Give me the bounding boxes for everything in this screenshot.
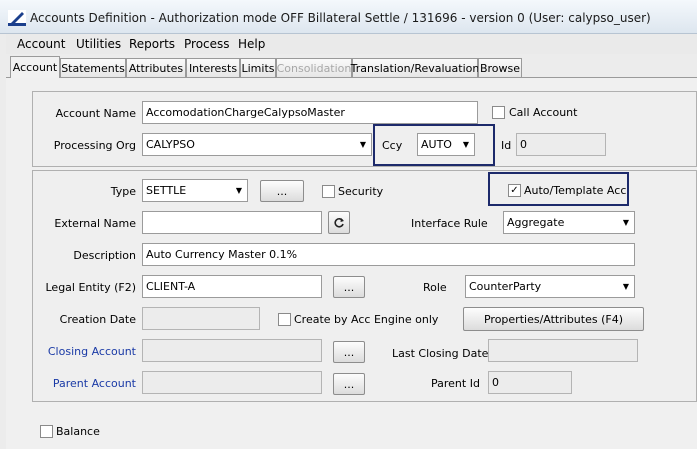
balance-checkbox[interactable] [40, 425, 53, 438]
role-select[interactable]: CounterParty ▼ [465, 275, 635, 298]
description-input[interactable]: Auto Currency Master 0.1% [142, 243, 635, 266]
app-logo-icon [8, 10, 26, 26]
chevron-down-icon: ▼ [462, 140, 470, 149]
interface-rule-select[interactable]: Aggregate ▼ [503, 211, 635, 234]
id-field: 0 [516, 133, 606, 156]
closing-account-lookup-button[interactable]: ... [333, 341, 365, 363]
security-label: Security [338, 185, 384, 198]
creation-date-field [142, 307, 260, 330]
interface-rule-value: Aggregate [507, 216, 565, 229]
chevron-down-icon: ▼ [359, 140, 367, 149]
tab-interests[interactable]: Interests [186, 58, 240, 77]
parent-account-lookup-button[interactable]: ... [333, 373, 365, 395]
chevron-down-icon: ▼ [622, 218, 630, 227]
tab-consolidation: Consolidation [276, 58, 352, 77]
parent-account-label[interactable]: Parent Account [40, 377, 136, 390]
menu-utilities[interactable]: Utilities [76, 37, 121, 51]
account-name-label: Account Name [55, 107, 136, 120]
processing-org-label: Processing Org [53, 139, 136, 152]
role-label: Role [423, 281, 447, 294]
window-title: Accounts Definition - Authorization mode… [30, 11, 651, 25]
create-by-engine-checkbox[interactable] [278, 313, 291, 326]
chevron-down-icon: ▼ [622, 282, 630, 291]
security-checkbox[interactable] [322, 185, 335, 198]
legal-entity-lookup-button[interactable]: ... [333, 276, 365, 298]
call-account-checkbox[interactable] [492, 106, 505, 119]
menu-process[interactable]: Process [184, 37, 230, 51]
tab-limits[interactable]: Limits [240, 58, 276, 77]
type-value: SETTLE [146, 184, 187, 197]
menu-reports[interactable]: Reports [129, 37, 175, 51]
legal-entity-input[interactable]: CLIENT-A [142, 275, 322, 298]
parent-id-label: Parent Id [431, 377, 480, 390]
properties-attributes-button[interactable]: Properties/Attributes (F4) [463, 307, 644, 331]
closing-account-field [142, 339, 322, 362]
account-name-input[interactable]: AccomodationChargeCalypsoMaster [142, 101, 478, 124]
tab-attributes[interactable]: Attributes [126, 58, 186, 77]
last-closing-date-field [488, 339, 638, 362]
creation-date-label: Creation Date [59, 313, 136, 326]
refresh-button[interactable] [328, 211, 350, 234]
closing-account-label[interactable]: Closing Account [40, 345, 136, 358]
legal-entity-label: Legal Entity (F2) [45, 281, 137, 294]
call-account-label: Call Account [509, 106, 578, 119]
parent-id-field: 0 [488, 371, 572, 394]
tab-statements[interactable]: Statements [60, 58, 126, 77]
ccy-label: Ccy [382, 139, 403, 152]
external-name-label: External Name [54, 217, 136, 230]
processing-org-select[interactable]: CALYPSO ▼ [142, 133, 372, 156]
tab-account[interactable]: Account [10, 56, 60, 78]
tab-browse[interactable]: Browse [478, 58, 522, 77]
type-label: Type [110, 185, 136, 198]
type-select[interactable]: SETTLE ▼ [142, 179, 248, 202]
menu-account[interactable]: Account [17, 37, 65, 51]
external-name-input[interactable] [142, 211, 322, 234]
type-lookup-button[interactable]: ... [260, 180, 304, 202]
processing-org-value: CALYPSO [146, 138, 195, 151]
checkmark-icon: ✓ [510, 185, 519, 196]
parent-account-field [142, 371, 322, 394]
role-value: CounterParty [469, 280, 542, 293]
ccy-value: AUTO [421, 138, 452, 151]
last-closing-date-label: Last Closing Date [392, 347, 489, 360]
tab-translation-revaluation[interactable]: Translation/Revaluation [351, 58, 479, 77]
auto-template-checkbox[interactable]: ✓ [508, 184, 521, 197]
create-by-engine-label: Create by Acc Engine only [294, 313, 439, 326]
auto-template-label: Auto/Template Acc [524, 184, 627, 197]
ccy-select[interactable]: AUTO ▼ [417, 133, 475, 156]
description-label: Description [73, 249, 136, 262]
menu-help[interactable]: Help [238, 37, 265, 51]
chevron-down-icon: ▼ [235, 186, 243, 195]
balance-label: Balance [56, 425, 100, 438]
refresh-icon [334, 217, 344, 228]
id-label: Id [501, 139, 512, 152]
interface-rule-label: Interface Rule [411, 217, 488, 230]
